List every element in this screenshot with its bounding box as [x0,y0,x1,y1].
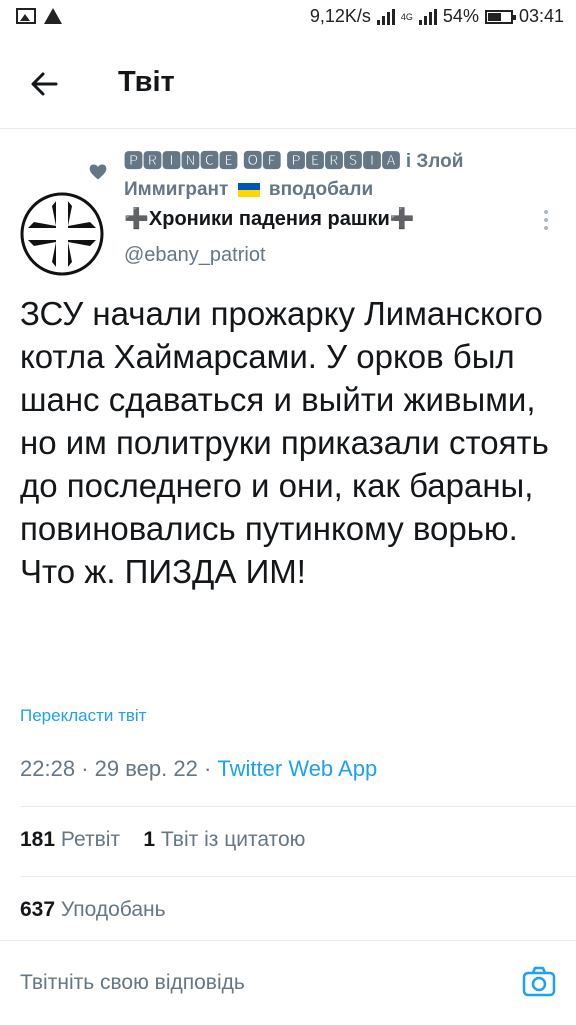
tweet-meta: 22:28 · 29 вер. 22 · Twitter Web App [20,756,377,782]
warning-icon [44,8,62,24]
status-bar: 9,12K/s 4G 54% 03:41 [0,0,576,40]
liked-by-text: 🅿🆁🅸🅽🅲🅴 🅾🅵 🅿🅴🆁🆂🅸🅰 і Злой Иммигрант вподоб… [124,148,544,204]
likes-count: 637 [20,898,56,921]
page-title: Твіт [118,66,175,98]
quotes-count: 1 [143,828,156,851]
likes-label: Уподобань [60,898,166,921]
reply-input[interactable]: Твітніть свою відповідь [20,971,245,995]
retweets-link[interactable]: 181 Ретвіт [20,828,120,851]
liked-by-action: вподобали [268,179,374,200]
ukraine-flag-icon [237,182,260,197]
signal-icon [376,8,395,25]
author-handle[interactable]: @ebany_patriot [124,244,266,267]
retweets-label: Ретвіт [60,828,121,851]
retweet-stats: 181 Ретвіт 1 Твіт із цитатою [20,828,305,852]
meta-separator-2: · [203,756,218,781]
likes-stats[interactable]: 637 Уподобань [20,898,166,922]
image-icon [16,8,36,24]
avatar[interactable] [20,192,104,276]
more-vertical-icon[interactable] [540,208,552,232]
network-type: 4G [400,11,413,22]
signal-icon-2 [418,8,437,25]
camera-icon[interactable] [522,965,556,999]
author-name[interactable]: ➕Хроники падения рашки➕ [124,206,415,231]
reply-bar: Твітніть свою відповідь [0,940,576,1025]
translate-link[interactable]: Перекласти твіт [20,706,146,726]
divider [20,806,576,807]
tweet-date: 29 вер. 22 [94,756,198,781]
heart-icon [89,164,107,180]
network-speed: 9,12K/s [309,6,371,26]
retweets-count: 181 [20,828,56,851]
top-app-bar: Твіт [0,40,576,129]
quotes-link[interactable]: 1 Твіт із цитатою [143,828,305,851]
tweet-text: ЗСУ начали прожарку Лиманского котла Хай… [20,295,549,590]
battery-icon [484,9,516,24]
back-arrow-icon[interactable] [28,68,60,100]
divider-2 [20,876,576,877]
tweet-time: 22:28 [20,756,76,781]
tweet-source[interactable]: Twitter Web App [217,756,377,781]
battery-percent: 54% [442,6,479,26]
quotes-label: Твіт із цитатою [160,828,306,851]
clock: 03:41 [518,6,564,26]
meta-separator: · [81,756,95,781]
